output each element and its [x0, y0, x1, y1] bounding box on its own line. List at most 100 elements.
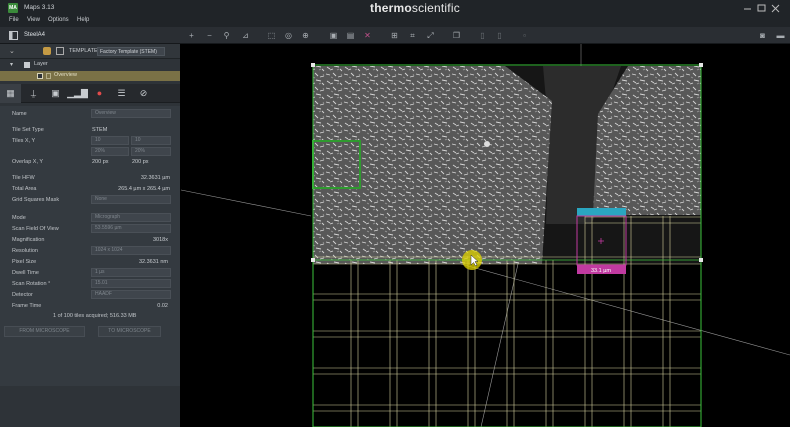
brand-part1: thermo — [370, 1, 412, 15]
frame-time-value: 0.02 — [157, 303, 168, 309]
crop-icon[interactable]: ⌗ — [408, 31, 417, 40]
prop-tiles-xy-label: Tiles X, Y — [12, 138, 36, 144]
align-left-icon[interactable]: ▯ — [478, 31, 487, 40]
layers-icon[interactable]: ❐ — [452, 31, 461, 40]
field-marker-top[interactable] — [577, 208, 626, 216]
mode-select[interactable]: Micrograph — [91, 213, 171, 222]
name-input[interactable]: Overview — [91, 109, 171, 118]
tile-set-type-value: STEM — [92, 127, 108, 133]
tree-layer-row[interactable]: ▾ Layer — [0, 60, 180, 70]
overview-label: Overview — [54, 72, 77, 78]
app-logo-icon: MA — [8, 3, 18, 13]
tile-hfw-value: 32.3631 µm — [140, 175, 170, 181]
grid-snap-icon[interactable]: ⊞ — [390, 31, 399, 40]
fullscreen-icon[interactable]: ⤢ — [426, 31, 435, 40]
menu-view[interactable]: View — [27, 17, 40, 23]
dwell-time-input[interactable]: 1 µs — [91, 268, 171, 277]
tree-overview-row[interactable]: Overview — [0, 71, 180, 81]
template-row: ⌄ TEMPLATE Factory Template (STEM) — [0, 44, 180, 59]
menu-bar: File View Options Help — [0, 16, 790, 27]
prop-pixel-size-label: Pixel Size — [12, 259, 37, 265]
grid-mask-select[interactable]: None — [91, 195, 171, 204]
scan-rotation-input[interactable]: 15.01 — [91, 279, 171, 288]
menu-help[interactable]: Help — [77, 17, 89, 23]
align-right-icon[interactable]: ▯ — [495, 31, 504, 40]
tab-stage-icon[interactable]: ⍊ — [23, 84, 44, 103]
particle — [484, 141, 490, 147]
zoom-out-icon[interactable]: − — [205, 31, 214, 40]
overview-checkbox[interactable] — [37, 73, 43, 79]
panel-tabs: ▦ ⍊ ▣ ▁▂▇ ● ☰ ⊘ — [0, 84, 180, 103]
layer-checkbox[interactable] — [24, 62, 30, 68]
camera-icon[interactable]: ▣ — [329, 31, 338, 40]
tiles-y-input[interactable]: 10 — [131, 136, 171, 145]
tab-adjust-icon[interactable]: ☰ — [111, 84, 132, 103]
total-area-value: 265.4 µm x 265.4 µm — [118, 186, 170, 192]
scan-fov-input[interactable]: 53.5596 µm — [91, 224, 171, 233]
brand-logo: thermoscientific — [370, 1, 460, 15]
menu-file[interactable]: File — [9, 17, 19, 23]
tab-grid-icon[interactable]: ▦ — [0, 84, 21, 103]
map-canvas[interactable]: 33.1 µm — [181, 44, 790, 427]
detector-select[interactable]: HAADF — [91, 290, 171, 299]
prop-tile-set-type-label: Tile Set Type — [12, 127, 44, 133]
template-checkbox[interactable] — [56, 47, 64, 55]
pixel-size-value: 32.3631 nm — [138, 259, 168, 265]
magnification-value: 3018x — [153, 237, 168, 243]
brand-part2: scientific — [411, 1, 460, 15]
layers-stack-icon — [43, 47, 51, 55]
prop-overlap-label: Overlap X, Y — [12, 159, 44, 165]
prop-scan-rotation-label: Scan Rotation ° — [12, 281, 51, 287]
overlap-x-value: 200 px — [92, 159, 109, 165]
select-region-icon[interactable]: ⬚ — [267, 31, 276, 40]
menu-options[interactable]: Options — [48, 17, 69, 23]
template-select-value: Factory Template (STEM) — [100, 49, 157, 55]
close-icon[interactable] — [771, 4, 780, 13]
settings-icon[interactable]: ▬ — [776, 31, 785, 40]
measure-icon[interactable]: ⊿ — [241, 31, 250, 40]
resolution-select[interactable]: 1024 x 1024 — [91, 246, 171, 255]
overlap-y-value: 200 px — [132, 159, 149, 165]
toolbar: SteelA4 + − ⚲ ⊿ ⬚ ◎ ⊕ ▣ ▤ ✕ ⊞ ⌗ ⤢ ❐ ▯ ▯ … — [0, 27, 790, 44]
panel-toggle-icon[interactable] — [9, 31, 18, 40]
collapse-chevron-icon[interactable]: ⌄ — [9, 47, 15, 55]
tab-image-icon[interactable]: ▣ — [45, 84, 66, 103]
tab-detector-icon[interactable]: ● — [89, 84, 110, 103]
tiles-x-input[interactable]: 10 — [91, 136, 129, 145]
prop-mode-label: Mode — [12, 215, 26, 221]
target-icon[interactable]: ◎ — [284, 31, 293, 40]
app-title: Maps 3.13 — [24, 4, 55, 11]
scale-label: 33.1 µm — [591, 268, 611, 274]
lock-icon[interactable]: ▫ — [520, 31, 529, 40]
tab-navigation-icon[interactable]: ⊘ — [133, 84, 154, 103]
from-microscope-button[interactable]: FROM MICROSCOPE — [4, 326, 85, 337]
zoom-in-icon[interactable]: + — [187, 31, 196, 40]
prop-scan-fov-label: Scan Field Of View — [12, 226, 59, 232]
to-microscope-button[interactable]: TO MICROSCOPE — [98, 326, 161, 337]
zoom-fit-icon[interactable]: ⚲ — [222, 31, 231, 40]
prop-detector-label: Detector — [12, 292, 33, 298]
prop-name-label: Name — [12, 111, 27, 117]
canvas-svg[interactable]: 33.1 µm — [181, 44, 790, 427]
delete-icon[interactable]: ✕ — [363, 31, 372, 40]
layer-label: Layer — [34, 61, 48, 67]
save-image-icon[interactable]: ▤ — [346, 31, 355, 40]
maximize-icon[interactable] — [757, 4, 766, 12]
tileset-icon — [46, 73, 51, 79]
prop-magnification-label: Magnification — [12, 237, 45, 243]
scan-line-left — [181, 189, 312, 217]
screenshot-icon[interactable]: ◙ — [758, 31, 767, 40]
overlap-pct-x-input[interactable]: 20% — [91, 147, 129, 156]
prop-resolution-label: Resolution — [12, 248, 38, 254]
template-label: TEMPLATE — [69, 48, 98, 54]
crosshair-icon[interactable]: ⊕ — [301, 31, 310, 40]
prop-total-area-label: Total Area — [12, 186, 37, 192]
template-select[interactable]: Factory Template (STEM) — [97, 47, 165, 56]
document-name: SteelA4 — [24, 32, 46, 38]
tab-histogram-icon[interactable]: ▁▂▇ — [67, 84, 88, 103]
prop-dwell-time-label: Dwell Time — [12, 270, 39, 276]
expand-arrow-icon[interactable]: ▾ — [10, 61, 13, 68]
acquisition-status: 1 of 100 tiles acquired; 516.33 MB — [53, 313, 137, 319]
title-bar: MA Maps 3.13 thermoscientific — [0, 0, 790, 16]
overlap-pct-y-input[interactable]: 20% — [131, 147, 171, 156]
